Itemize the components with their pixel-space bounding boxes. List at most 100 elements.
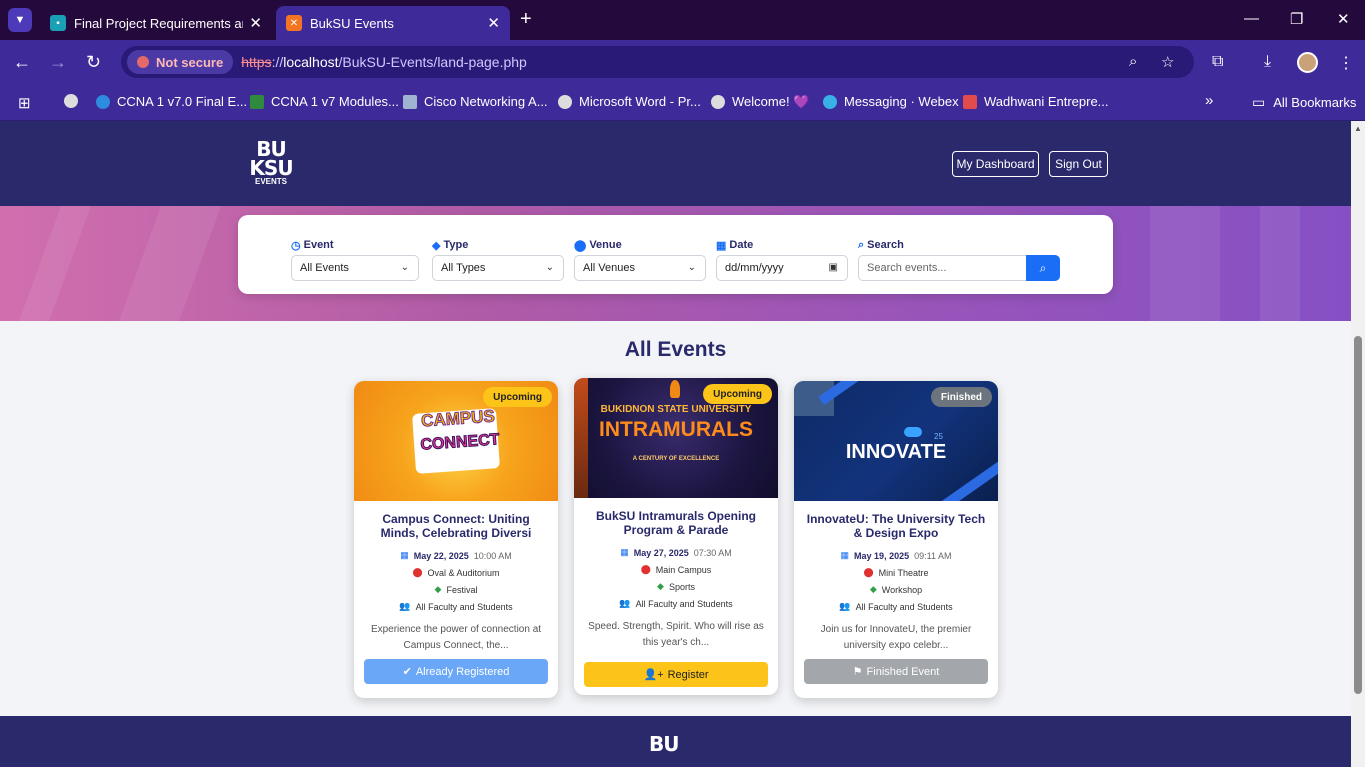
site-footer: BU (0, 716, 1351, 767)
event-image[interactable]: CAMPUS CONNECT Upcoming (354, 381, 558, 501)
bookmark-item[interactable]: Microsoft Word - Pr... (558, 94, 701, 109)
minimize-icon[interactable]: — (1244, 10, 1259, 27)
sign-out-button[interactable]: Sign Out (1049, 151, 1108, 177)
tab-search-button[interactable]: ▼ (8, 8, 32, 32)
button-label: Finished Event (866, 665, 940, 678)
apps-grid-icon[interactable]: ⊞ (18, 94, 31, 112)
back-icon[interactable]: ← (13, 52, 31, 73)
close-window-icon[interactable]: ✕ (1337, 10, 1350, 28)
search-icon: ⌕ (1039, 260, 1047, 275)
register-button[interactable]: 👤+ Register (584, 662, 768, 687)
event-title[interactable]: BukSU Intramurals Opening Program & Para… (582, 509, 770, 537)
event-select[interactable]: All Events ⌄ (291, 255, 419, 281)
bookmark-item[interactable]: Cisco Networking A... (403, 94, 548, 109)
bookmark-item[interactable]: Messaging · Webex (823, 94, 959, 109)
bookmark-label: Welcome! 💜 (732, 94, 810, 109)
reload-icon[interactable]: ↻ (86, 52, 101, 73)
type-text: Workshop (881, 584, 923, 595)
venue-select-value: All Venues (583, 262, 635, 274)
logo-line-2: KSU (249, 156, 293, 180)
event-time: 07:30 AM (693, 547, 732, 558)
already-registered-button[interactable]: ✔ Already Registered (364, 659, 548, 684)
tab-final-project[interactable]: ▪ Final Project Requirements and ✕ (40, 6, 272, 40)
bookmark-item[interactable]: Wadhwani Entrepre... (963, 94, 1109, 109)
globe-icon (558, 94, 572, 109)
address-bar[interactable]: Not secure https://localhost/BukSU-Event… (121, 46, 1194, 78)
status-badge: Upcoming (483, 387, 552, 407)
event-card[interactable]: INNOVATE 25 Finished InnovateU: The Univ… (794, 381, 998, 698)
scrollbar-thumb[interactable] (1354, 336, 1362, 694)
bookmark-item[interactable]: CCNA 1 v7 Modules... (250, 94, 399, 109)
search-icon: ⌕ (858, 238, 865, 251)
event-card[interactable]: BUKIDNON STATE UNIVERSITY INTRAMURALS A … (574, 378, 778, 695)
event-audience: 👥 All Faculty and Students (574, 598, 778, 609)
flag-icon: ⚑ (852, 666, 863, 678)
profile-avatar[interactable] (1297, 52, 1318, 73)
map-pin-icon: ⬤ (640, 564, 651, 574)
event-card[interactable]: CAMPUS CONNECT Upcoming Campus Connect: … (354, 381, 558, 698)
bookmarks-bar: ⊞ CCNA 1 v7.0 Final E... CCNA 1 v7 Modul… (0, 85, 1365, 121)
bookmark-item[interactable]: CCNA 1 v7.0 Final E... (96, 94, 247, 109)
page-scrollbar[interactable]: ▲ (1351, 121, 1365, 767)
footer-logo[interactable]: BU (649, 732, 680, 756)
scroll-up-icon[interactable]: ▲ (1354, 124, 1362, 133)
security-chip[interactable]: Not secure (127, 50, 234, 74)
browser-tab-strip: ▼ ▪ Final Project Requirements and ✕ ✕ B… (0, 0, 1365, 40)
type-select[interactable]: All Types ⌄ (432, 255, 564, 281)
close-tab-icon[interactable]: ✕ (249, 14, 262, 32)
download-icon[interactable]: ⤓ (1264, 53, 1271, 71)
search-label-text: Search (867, 239, 904, 251)
audience-text: All Faculty and Students (635, 598, 733, 609)
bookmark-star-icon[interactable]: ☆ (1161, 53, 1174, 71)
forward-icon[interactable]: → (49, 52, 67, 73)
users-icon: 👥 (619, 598, 631, 608)
all-bookmarks-button[interactable]: ▭ All Bookmarks (1252, 94, 1356, 111)
bookmark-item[interactable]: Welcome! 💜 (711, 94, 809, 110)
close-tab-icon[interactable]: ✕ (487, 14, 500, 32)
my-dashboard-button[interactable]: My Dashboard (952, 151, 1039, 177)
image-text: 25 (934, 432, 943, 441)
folder-icon: ▭ (1252, 94, 1266, 110)
venue-select[interactable]: All Venues ⌄ (574, 255, 706, 281)
search-button[interactable]: ⌕ (1026, 255, 1060, 281)
menu-kebab-icon[interactable]: ⋮ (1338, 53, 1354, 73)
url-path: /BukSU-Events/land-page.php (338, 54, 527, 70)
bookmark-label: Wadhwani Entrepre... (984, 94, 1109, 109)
site-header: BU KSU EVENTS My Dashboard Sign Out (0, 121, 1351, 206)
new-tab-button[interactable]: + (520, 8, 532, 31)
search-placeholder: Search events... (867, 262, 947, 274)
event-filter: ◷ Event All Events ⌄ (291, 238, 419, 281)
bookmark-label: Microsoft Word - Pr... (579, 94, 701, 109)
more-bookmarks-button[interactable]: » (1205, 92, 1213, 109)
event-title[interactable]: Campus Connect: Uniting Minds, Celebrati… (362, 512, 550, 540)
url-text[interactable]: https://localhost/BukSU-Events/land-page… (241, 54, 527, 70)
finished-event-button[interactable]: ⚑ Finished Event (804, 659, 988, 684)
calendar-picker-icon[interactable]: ▣ (829, 262, 838, 273)
event-date: May 19, 2025 (854, 550, 910, 561)
status-badge: Finished (930, 387, 992, 407)
maximize-icon[interactable]: ❐ (1290, 10, 1303, 28)
type-filter-label: ◆ Type (432, 238, 564, 252)
globe-icon[interactable] (64, 94, 78, 108)
event-title[interactable]: InnovateU: The University Tech & Design … (802, 512, 990, 540)
event-image[interactable]: BUKIDNON STATE UNIVERSITY INTRAMURALS A … (574, 378, 778, 498)
zoom-icon[interactable]: ⌕ (1129, 53, 1137, 70)
image-text: INTRAMURALS (599, 418, 753, 441)
event-filter-label: ◷ Event (291, 238, 419, 252)
buksu-events-logo[interactable]: BU KSU EVENTS (249, 139, 293, 191)
event-datetime: ▦ May 22, 2025 10:00 AM (354, 550, 558, 561)
webex-icon (823, 94, 837, 109)
event-audience: 👥 All Faculty and Students (794, 601, 998, 612)
tab-buksu-events[interactable]: ✕ BukSU Events ✕ (276, 6, 510, 40)
search-input[interactable]: Search events... (858, 255, 1026, 281)
event-image[interactable]: INNOVATE 25 Finished (794, 381, 998, 501)
event-description: Speed. Strength, Spirit. Who will rise a… (588, 621, 764, 648)
date-input[interactable]: dd/mm/yyyy ▣ (716, 255, 848, 281)
date-filter-label: ▦ Date (716, 238, 848, 252)
button-label: Register (667, 668, 709, 681)
warning-icon (137, 56, 149, 68)
venue-filter: ⬤ Venue All Venues ⌄ (574, 238, 706, 281)
extensions-icon[interactable]: ⧉ (1212, 53, 1223, 71)
event-datetime: ▦ May 27, 2025 07:30 AM (574, 547, 778, 558)
audience-text: All Faculty and Students (855, 601, 953, 612)
